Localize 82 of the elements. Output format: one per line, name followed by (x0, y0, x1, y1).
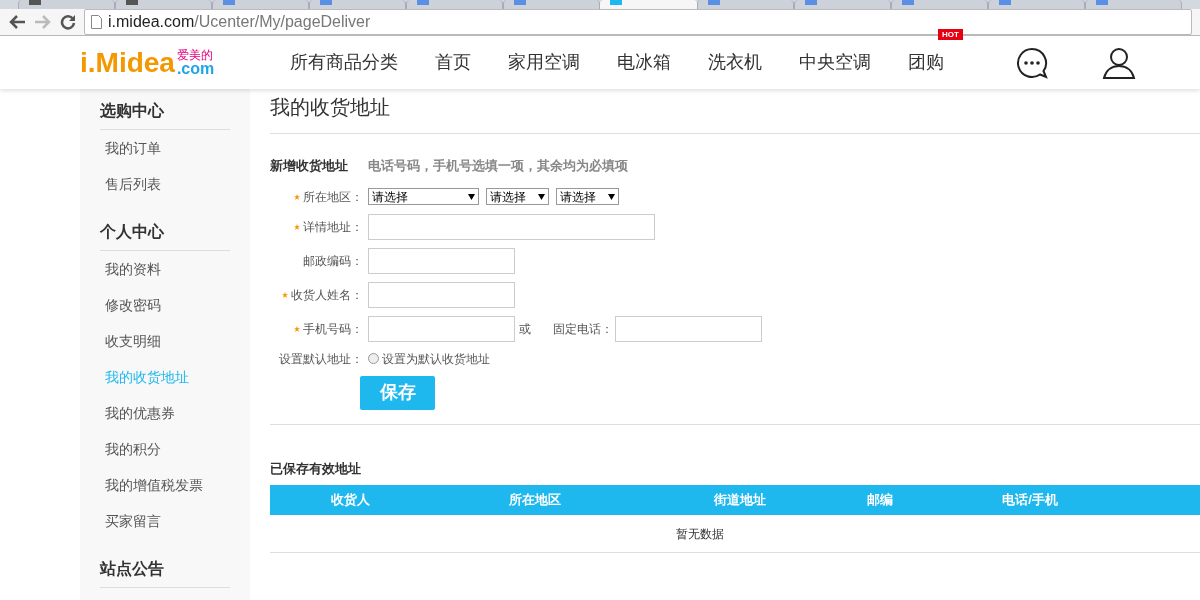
browser-tab[interactable] (891, 0, 988, 9)
reload-icon[interactable] (60, 14, 76, 30)
favicon-icon (610, 0, 622, 5)
sidebar-link[interactable]: 我的增值税发票 (105, 467, 203, 503)
field-label: 设置默认地址： (279, 350, 363, 368)
sidebar-link[interactable]: 收支明细 (105, 323, 161, 359)
section-title: 新增收货地址 (270, 157, 348, 175)
browser-tab[interactable] (988, 0, 1085, 9)
region-select[interactable]: 请选择 (368, 188, 479, 205)
favicon-icon (320, 0, 332, 5)
nav-link[interactable]: 家用空调 (508, 52, 580, 72)
input-field[interactable] (615, 315, 762, 342)
column-header: 收货人 (330, 491, 370, 510)
browser-tab[interactable] (794, 0, 891, 9)
browser-tab[interactable] (697, 0, 794, 9)
hint-text: 电话号码，手机号选填一项，其余均为必填项 (368, 157, 628, 175)
field-label: 手机号码： (303, 320, 363, 338)
back-icon[interactable] (8, 14, 26, 30)
input-field[interactable] (368, 213, 655, 240)
browser-tab[interactable] (1085, 0, 1182, 9)
field-label: 邮政编码： (303, 252, 363, 270)
sidebar-link[interactable]: 我的订单 (105, 130, 161, 166)
sidebar-heading: 站点公告 (100, 551, 230, 588)
field-label: 详情地址： (303, 218, 363, 236)
column-header: 电话/手机 (1002, 491, 1058, 510)
nav-link[interactable]: 首页 (435, 52, 471, 72)
nav-link[interactable]: 中央空调 (799, 52, 871, 72)
sidebar-link[interactable]: 修改密码 (105, 287, 161, 323)
page-title: 我的收货地址 (270, 95, 390, 119)
or-text: 或 (519, 320, 531, 338)
column-header: 邮编 (867, 491, 893, 510)
browser-tab[interactable] (503, 0, 600, 9)
sidebar-link[interactable]: 我的积分 (105, 431, 161, 467)
field-label: 所在地区： (303, 188, 363, 206)
region-select[interactable]: 请选择 (556, 188, 619, 205)
caret-icon (538, 193, 545, 200)
column-header: 所在地区 (509, 491, 561, 510)
input-field[interactable] (368, 315, 515, 342)
favicon-icon (29, 0, 41, 5)
sidebar-heading: 个人中心 (100, 214, 230, 251)
url-text: i.midea.com/Ucenter/My/pageDeliver (108, 12, 371, 32)
browser-tab[interactable] (18, 0, 115, 9)
sidebar-link[interactable]: 买家留言 (105, 503, 161, 539)
favicon-icon (805, 0, 817, 5)
favicon-icon (514, 0, 526, 5)
chat-icon[interactable] (1016, 46, 1048, 79)
favicon-icon (223, 0, 235, 5)
browser-tab[interactable] (212, 0, 309, 9)
nav-link[interactable]: 团购 (908, 52, 944, 72)
section-title: 已保存有效地址 (270, 459, 361, 478)
nav-link[interactable]: 所有商品分类 (290, 52, 398, 72)
user-icon[interactable] (1102, 46, 1136, 79)
browser-tab[interactable] (406, 0, 503, 9)
browser-tab[interactable] (600, 0, 697, 9)
favicon-icon (999, 0, 1011, 5)
caret-icon (608, 193, 615, 200)
browser-tab[interactable] (115, 0, 212, 9)
field-label: 收货人姓名： (291, 286, 363, 304)
favicon-icon (1096, 0, 1108, 5)
nav-link[interactable]: 电冰箱 (617, 52, 671, 72)
favicon-icon (902, 0, 914, 5)
hot-badge: HOT (938, 29, 963, 40)
browser-tab[interactable] (309, 0, 406, 9)
page-icon (91, 15, 102, 29)
favicon-icon (126, 0, 138, 5)
sidebar-link[interactable]: 我的资料 (105, 251, 161, 287)
field-label: 固定电话： (553, 320, 613, 338)
empty-text: 暂无数据 (676, 525, 724, 543)
favicon-icon (417, 0, 429, 5)
column-header: 街道地址 (714, 491, 766, 510)
input-field[interactable] (368, 281, 515, 308)
caret-icon (468, 193, 475, 200)
radio-label: 设置为默认收货地址 (382, 350, 490, 368)
sidebar-link[interactable]: 售后列表 (105, 166, 161, 202)
radio-button[interactable] (368, 353, 379, 364)
sidebar-link[interactable]: 我的优惠券 (105, 395, 175, 431)
favicon-icon (708, 0, 720, 5)
nav-link[interactable]: 洗衣机 (708, 52, 762, 72)
sidebar-heading: 选购中心 (100, 93, 230, 130)
forward-icon[interactable] (34, 14, 52, 30)
region-select[interactable]: 请选择 (486, 188, 549, 205)
input-field[interactable] (368, 247, 515, 274)
